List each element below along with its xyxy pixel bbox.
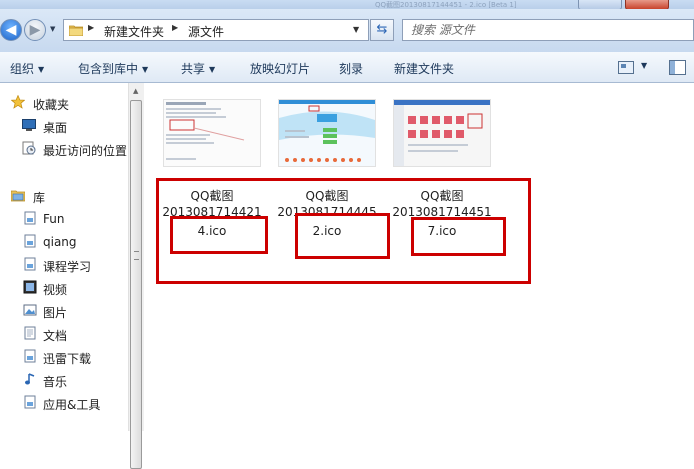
scrollbar-thumb[interactable] bbox=[130, 100, 142, 469]
recent-pages-dropdown-icon[interactable]: ▼ bbox=[50, 25, 55, 33]
sidebar-item-label: 收藏夹 bbox=[33, 98, 70, 112]
include-in-library-menu[interactable]: 包含到库中 ▼ bbox=[78, 60, 148, 77]
sidebar-item-pictures[interactable]: 图片 bbox=[0, 301, 128, 321]
sidebar-item-label: qiang bbox=[43, 235, 77, 249]
navigation-pane: 收藏夹 桌面 最近访问的位置 库 Fun qiang 课程学习 视频 图片 文档… bbox=[0, 83, 128, 431]
back-arrow-icon: ◀ bbox=[5, 22, 17, 38]
refresh-button[interactable]: ⇆ bbox=[370, 19, 394, 41]
file-list: QQ截图 2013081714421 4.ico QQ截图 2013081714… bbox=[145, 83, 694, 431]
sidebar-item-label: 音乐 bbox=[43, 375, 68, 389]
desktop-icon bbox=[22, 119, 36, 131]
library-folder-icon bbox=[24, 395, 36, 409]
recent-places-icon bbox=[22, 141, 36, 155]
file-thumbnail bbox=[163, 99, 261, 167]
address-dropdown-icon[interactable]: ▼ bbox=[353, 25, 359, 34]
organize-label: 组织 bbox=[10, 62, 35, 76]
sidebar-item-fun[interactable]: Fun bbox=[0, 209, 128, 229]
sidebar-item-documents[interactable]: 文档 bbox=[0, 324, 128, 344]
sidebar-item-desktop[interactable]: 桌面 bbox=[0, 116, 128, 136]
organize-menu[interactable]: 组织 ▼ bbox=[10, 60, 44, 77]
breadcrumb-item-new-folder[interactable]: 新建文件夹 bbox=[104, 23, 164, 40]
sidebar-item-music[interactable]: 音乐 bbox=[0, 370, 128, 390]
documents-icon bbox=[24, 326, 36, 340]
sidebar-item-label: 应用&工具 bbox=[43, 398, 101, 412]
screenshot-thumbnail-icon bbox=[279, 100, 375, 166]
chevron-down-icon: ▼ bbox=[142, 65, 149, 74]
annotation-box-file-3 bbox=[411, 217, 506, 256]
library-folder-icon bbox=[24, 257, 36, 271]
library-folder-icon bbox=[24, 349, 36, 363]
annotation-box-file-1 bbox=[170, 216, 268, 254]
chevron-down-icon: ▼ bbox=[38, 65, 45, 74]
window-title-bar: QQ截图20130817144451 - 2.ico [Beta 1] bbox=[0, 0, 694, 10]
sidebar-item-course-study[interactable]: 课程学习 bbox=[0, 255, 128, 275]
sidebar-item-label: 视频 bbox=[43, 283, 68, 297]
back-button[interactable]: ◀ bbox=[0, 19, 22, 41]
sidebar-item-label: 最近访问的位置 bbox=[43, 144, 128, 158]
change-view-icon[interactable] bbox=[618, 61, 634, 74]
forward-button[interactable]: ▶ bbox=[24, 19, 46, 41]
sidebar-item-label: 图片 bbox=[43, 306, 68, 320]
forward-arrow-icon: ▶ bbox=[29, 22, 41, 38]
file-thumbnail bbox=[393, 99, 491, 167]
sidebar-item-thunder-downloads[interactable]: 迅雷下载 bbox=[0, 347, 128, 367]
screenshot-thumbnail-icon bbox=[394, 100, 490, 166]
library-icon bbox=[11, 190, 25, 202]
breadcrumb-separator-icon[interactable]: ▶ bbox=[88, 23, 94, 32]
navigation-bar: ◀ ▶ ▼ ▶ 新建文件夹 ▶ 源文件 ▼ ⇆ bbox=[0, 9, 694, 52]
sidebar-scrollbar[interactable]: ▲ bbox=[128, 83, 144, 469]
video-icon bbox=[23, 280, 37, 294]
chevron-down-icon: ▼ bbox=[209, 65, 216, 74]
folder-icon bbox=[69, 25, 83, 36]
annotation-box-file-2 bbox=[295, 213, 390, 259]
sidebar-item-label: 库 bbox=[33, 191, 46, 205]
preview-pane-icon[interactable] bbox=[669, 60, 686, 75]
sidebar-item-label: 桌面 bbox=[43, 121, 68, 135]
pictures-icon bbox=[23, 304, 37, 316]
sidebar-item-qiang[interactable]: qiang bbox=[0, 232, 128, 252]
view-options-dropdown-icon[interactable]: ▼ bbox=[641, 61, 647, 70]
search-input[interactable] bbox=[411, 22, 681, 38]
share-menu[interactable]: 共享 ▼ bbox=[181, 60, 215, 77]
screenshot-thumbnail-icon bbox=[164, 100, 260, 166]
refresh-icon: ⇆ bbox=[376, 22, 388, 37]
sidebar-item-libraries[interactable]: 库 bbox=[0, 186, 128, 206]
music-note-icon bbox=[25, 373, 35, 385]
command-toolbar: 组织 ▼ 包含到库中 ▼ 共享 ▼ 放映幻灯片 刻录 新建文件夹 ▼ bbox=[0, 52, 694, 83]
scroll-up-icon[interactable]: ▲ bbox=[133, 87, 138, 95]
sidebar-item-label: 课程学习 bbox=[43, 260, 92, 274]
share-label: 共享 bbox=[181, 62, 206, 76]
star-icon bbox=[11, 95, 25, 109]
library-folder-icon bbox=[24, 211, 36, 225]
sidebar-item-recent-places[interactable]: 最近访问的位置 bbox=[0, 139, 128, 159]
sidebar-item-label: 文档 bbox=[43, 329, 68, 343]
sidebar-item-label: Fun bbox=[43, 212, 65, 226]
include-in-library-label: 包含到库中 bbox=[78, 62, 139, 76]
sidebar-item-favorites[interactable]: 收藏夹 bbox=[0, 93, 128, 113]
new-folder-button[interactable]: 新建文件夹 bbox=[394, 60, 454, 77]
file-thumbnail bbox=[278, 99, 376, 167]
slideshow-button[interactable]: 放映幻灯片 bbox=[250, 60, 310, 77]
burn-button[interactable]: 刻录 bbox=[339, 60, 363, 77]
breadcrumb-separator-icon[interactable]: ▶ bbox=[172, 23, 178, 32]
library-folder-icon bbox=[24, 234, 36, 248]
sidebar-item-videos[interactable]: 视频 bbox=[0, 278, 128, 298]
breadcrumb-item-source-files[interactable]: 源文件 bbox=[188, 23, 224, 40]
sidebar-item-apps-tools[interactable]: 应用&工具 bbox=[0, 393, 128, 413]
address-bar[interactable]: ▶ 新建文件夹 ▶ 源文件 ▼ bbox=[63, 19, 369, 41]
sidebar-item-label: 迅雷下载 bbox=[43, 352, 92, 366]
search-box[interactable] bbox=[402, 19, 694, 41]
scrollbar-grip-icon bbox=[134, 251, 139, 260]
